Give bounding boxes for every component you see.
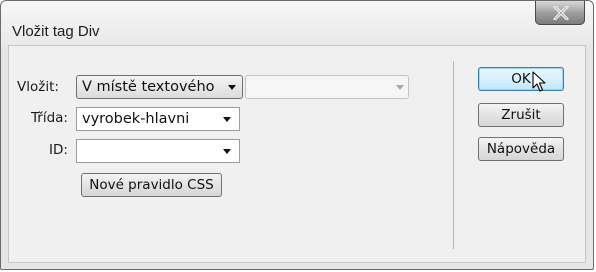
class-label: Třída: [31, 110, 68, 126]
chevron-down-icon[interactable] [223, 149, 231, 154]
chevron-down-icon [396, 85, 404, 90]
ok-button[interactable]: OK [478, 67, 564, 91]
new-css-rule-button[interactable]: Nové pravidlo CSS [81, 173, 222, 197]
close-icon [553, 6, 569, 20]
cancel-button[interactable]: Zrušit [478, 103, 564, 127]
dialog-window: Vložit tag Div Vložit: V místě textového… [0, 0, 594, 270]
insert-label: Vložit: [17, 79, 59, 95]
title-bar[interactable]: Vložit tag Div [1, 1, 593, 45]
close-button[interactable] [535, 1, 585, 25]
id-label: ID: [49, 142, 68, 158]
vertical-divider [453, 61, 454, 249]
dialog-title: Vložit tag Div [12, 23, 100, 40]
insert-position-value: V místě textového [82, 79, 215, 95]
class-value: vyrobek-hlavni [82, 111, 190, 127]
chevron-down-icon[interactable] [223, 117, 231, 122]
chevron-down-icon [228, 85, 236, 90]
id-combobox[interactable] [76, 139, 240, 163]
insert-target-select [245, 75, 409, 99]
insert-position-select[interactable]: V místě textového [76, 75, 243, 99]
class-combobox[interactable]: vyrobek-hlavni [76, 107, 240, 131]
mouse-cursor-icon [532, 71, 546, 92]
dialog-body: Vložit: V místě textového Třída: vyrobek… [8, 45, 586, 263]
help-button[interactable]: Nápověda [478, 137, 564, 161]
